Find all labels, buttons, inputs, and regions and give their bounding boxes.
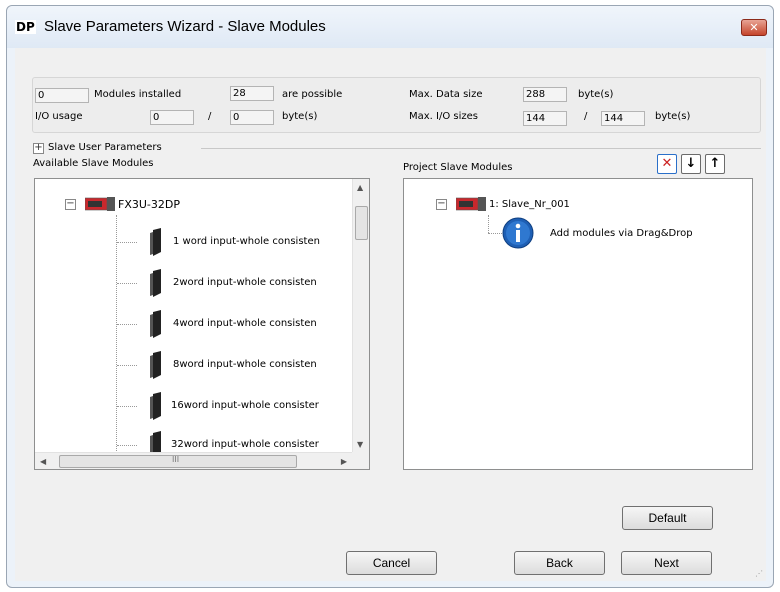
project-modules-heading: Project Slave Modules — [403, 162, 513, 173]
scroll-up-arrow-icon[interactable]: ▲ — [357, 183, 363, 192]
user-params-label[interactable]: Slave User Parameters — [48, 142, 162, 153]
module-item-label: 1 word input-whole consisten — [173, 236, 320, 247]
module-icon — [150, 269, 161, 297]
module-icon — [150, 351, 161, 379]
max-data-size-unit: byte(s) — [578, 89, 614, 100]
available-modules-tree[interactable]: − FX3U-32DP 1 word input-whole consisten… — [34, 178, 370, 470]
io-usage-in: 0 — [150, 110, 194, 125]
scroll-down-arrow-icon[interactable]: ▼ — [357, 440, 363, 449]
tree-connector — [117, 242, 137, 243]
module-item-label: 32word input-whole consister — [171, 439, 319, 450]
close-icon: ✕ — [749, 21, 759, 34]
horizontal-scrollbar[interactable]: ◀ III ▶ — [35, 452, 352, 469]
available-modules-heading: Available Slave Modules — [33, 158, 154, 169]
horizontal-scroll-thumb[interactable]: III — [59, 455, 297, 468]
tree-connector — [488, 215, 489, 233]
cancel-button[interactable]: Cancel — [346, 551, 437, 575]
move-up-button[interactable]: ↑ — [705, 154, 725, 174]
tree-connector — [117, 365, 137, 366]
possible-value: 28 — [230, 86, 274, 101]
move-down-button[interactable]: ↓ — [681, 154, 701, 174]
module-item-label: 8word input-whole consisten — [173, 359, 317, 370]
delete-module-button[interactable]: ✕ — [657, 154, 677, 174]
arrow-down-icon: ↓ — [685, 156, 697, 171]
tree-connector — [117, 283, 137, 284]
project-root-label[interactable]: 1: Slave_Nr_001 — [489, 199, 570, 210]
io-usage-label: I/O usage — [35, 111, 83, 122]
arrow-up-icon: ↑ — [709, 156, 721, 171]
tree-connector — [116, 215, 117, 469]
available-root-expander[interactable]: − — [65, 199, 76, 210]
info-panel: 0 Modules installed 28 are possible Max.… — [32, 77, 761, 133]
resize-grip-icon[interactable]: ⋰ — [755, 569, 763, 578]
vertical-scroll-thumb[interactable] — [355, 206, 368, 240]
module-icon — [150, 392, 161, 420]
io-usage-separator: / — [208, 111, 212, 122]
plc-device-icon — [85, 197, 115, 211]
close-button[interactable]: ✕ — [741, 19, 767, 36]
module-item-label: 4word input-whole consisten — [173, 318, 317, 329]
dp-app-icon: DP — [15, 20, 36, 34]
delete-icon: ✕ — [661, 156, 673, 171]
project-root-expander[interactable]: − — [436, 199, 447, 210]
max-io-label: Max. I/O sizes — [409, 111, 478, 122]
io-usage-unit: byte(s) — [282, 111, 318, 122]
back-button[interactable]: Back — [514, 551, 605, 575]
scroll-right-arrow-icon[interactable]: ▶ — [341, 457, 347, 466]
separator-line — [201, 148, 761, 149]
modules-installed-label: Modules installed — [94, 89, 182, 100]
tree-connector — [117, 445, 137, 446]
module-icon — [150, 310, 161, 338]
dialog-client: 0 Modules installed 28 are possible Max.… — [15, 48, 766, 581]
drag-drop-hint: Add modules via Drag&Drop — [550, 228, 693, 239]
window-title: Slave Parameters Wizard - Slave Modules — [44, 18, 326, 35]
default-button[interactable]: Default — [622, 506, 713, 530]
scroll-corner — [352, 452, 369, 469]
scroll-grip: III — [172, 455, 180, 464]
module-icon — [150, 228, 161, 256]
modules-installed-value: 0 — [35, 88, 89, 103]
title-bar: DP Slave Parameters Wizard - Slave Modul… — [7, 6, 773, 48]
scroll-left-arrow-icon[interactable]: ◀ — [40, 457, 46, 466]
max-io-in: 144 — [523, 111, 567, 126]
module-item-label: 2word input-whole consisten — [173, 277, 317, 288]
tree-connector — [488, 233, 502, 234]
max-io-separator: / — [584, 111, 588, 122]
info-icon — [502, 217, 534, 249]
vertical-scrollbar[interactable]: ▲ ▼ — [352, 179, 369, 452]
module-item-label: 16word input-whole consister — [171, 400, 319, 411]
available-root-label[interactable]: FX3U-32DP — [118, 198, 180, 211]
next-button[interactable]: Next — [621, 551, 712, 575]
io-usage-out: 0 — [230, 110, 274, 125]
max-io-out: 144 — [601, 111, 645, 126]
project-modules-tree[interactable]: − 1: Slave_Nr_001 Add modules via Drag&D… — [403, 178, 753, 470]
plc-device-icon — [456, 197, 486, 211]
max-data-size-value: 288 — [523, 87, 567, 102]
max-data-size-label: Max. Data size — [409, 89, 483, 100]
possible-label: are possible — [282, 89, 343, 100]
max-io-unit: byte(s) — [655, 111, 691, 122]
user-params-expander[interactable]: + — [33, 143, 44, 154]
tree-connector — [117, 406, 137, 407]
wizard-window: DP Slave Parameters Wizard - Slave Modul… — [6, 5, 774, 588]
tree-connector — [117, 324, 137, 325]
